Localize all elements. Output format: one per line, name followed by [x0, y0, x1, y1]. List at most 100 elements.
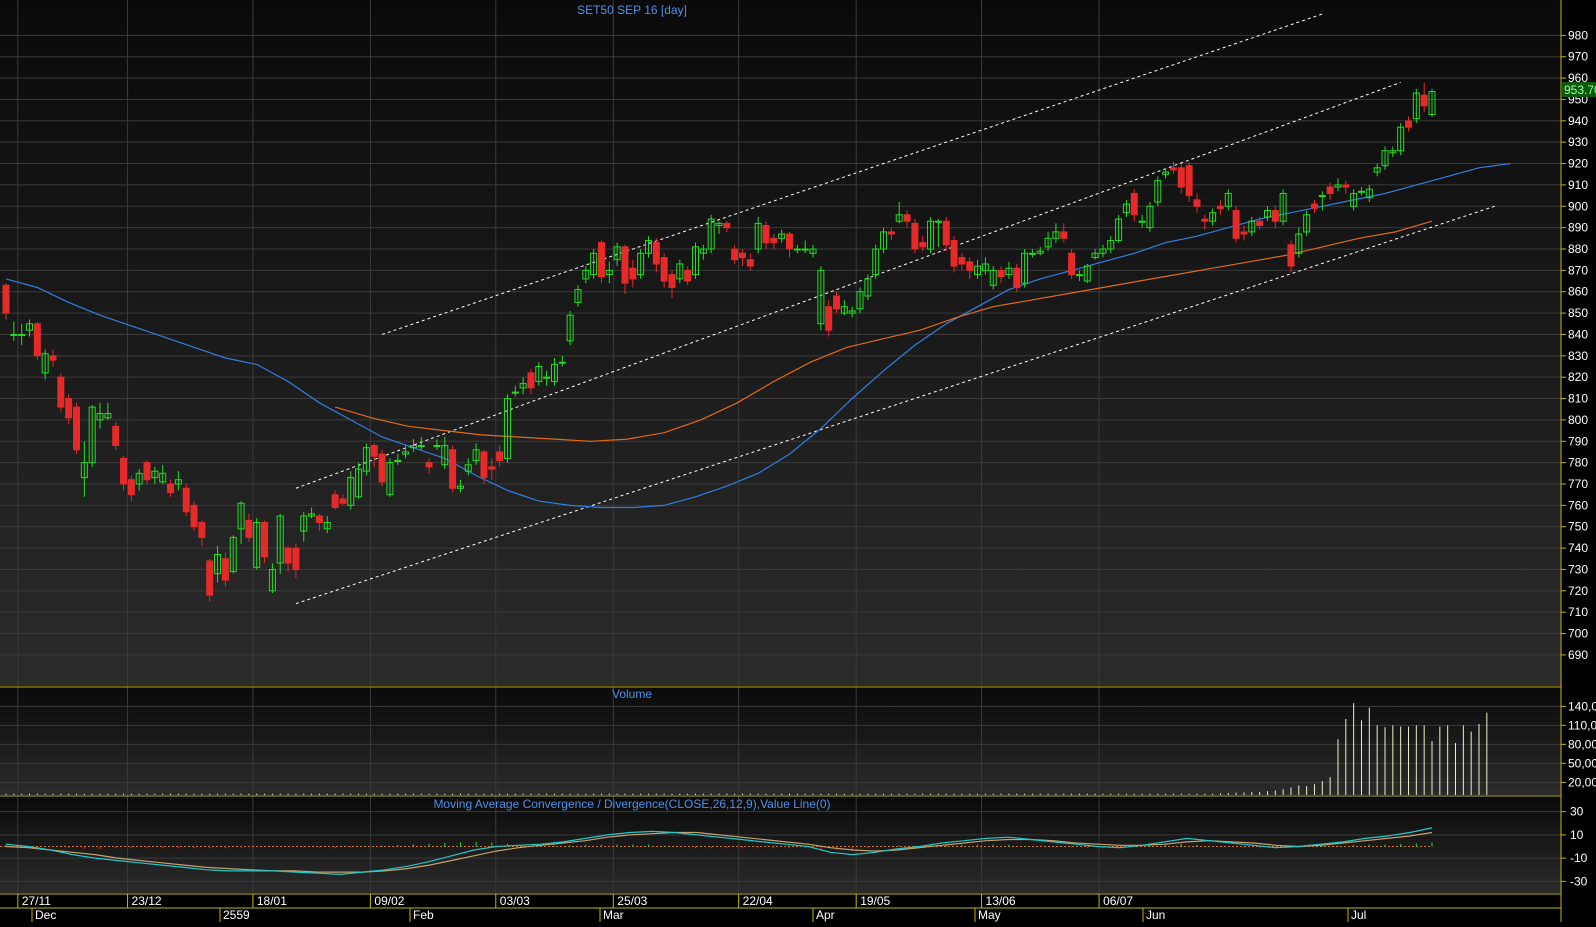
candle [449, 445, 457, 493]
candle-body [221, 558, 229, 581]
candle-body [1240, 231, 1248, 235]
price-tick-label: 910 [1568, 178, 1588, 192]
candle-body [190, 504, 198, 528]
volume-chart-title: Volume [612, 687, 652, 701]
candle-body [1342, 184, 1350, 188]
candle-body [33, 323, 41, 357]
candle-body [911, 222, 919, 250]
candle-body [2, 284, 10, 314]
candle [190, 501, 198, 531]
candle-body [206, 560, 214, 596]
candle-body [739, 252, 747, 259]
volume-tick-label: 50,00 [1568, 756, 1596, 770]
price-tick-label: 850 [1568, 306, 1588, 320]
candle-body [10, 333, 18, 336]
candle [57, 372, 65, 412]
candle-body [1310, 203, 1318, 209]
candle-body [1326, 186, 1334, 194]
candle-body [433, 445, 441, 448]
candle-body [370, 445, 378, 457]
price-tick-label: 920 [1568, 157, 1588, 171]
candle-body [652, 242, 660, 265]
candle [1013, 263, 1021, 292]
time-label-bottom: Mar [603, 908, 624, 922]
last-price-label: 953.70 [1564, 83, 1596, 97]
candle-body [127, 479, 135, 496]
candle-body [887, 231, 895, 235]
candle [206, 558, 214, 602]
candle-body [1357, 190, 1365, 193]
candle-body [394, 460, 402, 462]
candle-body [1013, 267, 1021, 288]
candle-body [378, 453, 386, 483]
candle [1232, 206, 1240, 243]
candle-body [793, 248, 801, 251]
time-label-bottom: Dec [35, 908, 56, 922]
candle-body [934, 220, 942, 223]
price-tick-label: 750 [1568, 520, 1588, 534]
price-tick-label: 810 [1568, 392, 1588, 406]
candle-body [1216, 205, 1224, 209]
time-label-top: 06/07 [1103, 894, 1133, 908]
candle-body [621, 246, 629, 284]
price-tick-label: 800 [1568, 413, 1588, 427]
candle-body [762, 225, 770, 244]
price-tick-label: 900 [1568, 199, 1588, 213]
candle [911, 219, 919, 254]
volume-tick-label: 20,00 [1568, 775, 1596, 789]
candle [1185, 161, 1193, 202]
time-label-bottom: Jun [1146, 908, 1165, 922]
candle [378, 449, 386, 487]
macd-chart-title: Moving Average Convergence / Divergence(… [433, 797, 830, 811]
candle-body [966, 261, 974, 271]
candle-body [770, 237, 778, 244]
candle-body [182, 487, 190, 513]
price-tick-label: 930 [1568, 135, 1588, 149]
price-tick-label: 880 [1568, 242, 1588, 256]
candle-body [629, 267, 637, 280]
candle-body [668, 274, 676, 288]
time-label-bottom: 2559 [223, 908, 250, 922]
volume-panel-bg [0, 688, 1561, 795]
candle-body [597, 242, 605, 278]
price-chart-title: SET50 SEP 16 [day] [577, 3, 687, 17]
candle-body [496, 451, 504, 462]
candle-body [120, 457, 128, 485]
candle-body [1075, 274, 1083, 277]
candle-body [339, 498, 347, 504]
candle-body [112, 425, 120, 447]
candle-body [543, 376, 551, 379]
candle [597, 240, 605, 284]
candle [1068, 249, 1076, 279]
time-label-top: 18/01 [257, 894, 287, 908]
time-label-bottom: Feb [413, 908, 434, 922]
candle-body [480, 451, 488, 479]
stock-chart[interactable]: 690 700 710 720 730 740 750 760 770 780 790 800 810 8… [0, 0, 1596, 922]
price-tick-label: 820 [1568, 370, 1588, 384]
candle-body [950, 239, 958, 267]
candle-body [801, 248, 809, 251]
macd-tick-label: 30 [1570, 805, 1584, 819]
time-label-top: 13/06 [986, 894, 1016, 908]
candle-body [731, 248, 739, 261]
candle-body [315, 515, 323, 523]
candle-body [1138, 220, 1146, 223]
candle-body [18, 333, 26, 336]
candle-body [903, 214, 911, 222]
price-tick-label: 690 [1568, 648, 1588, 662]
candle [112, 422, 120, 450]
candle [261, 520, 269, 564]
candle-body [1201, 218, 1209, 222]
macd-panel-bg [0, 798, 1561, 893]
candle-body [511, 391, 519, 394]
price-tick-label: 980 [1568, 28, 1588, 42]
price-panel-bg [0, 0, 1561, 686]
price-tick-label: 830 [1568, 349, 1588, 363]
candle-body [1193, 199, 1201, 207]
candle-body [488, 466, 496, 470]
price-tick-label: 710 [1568, 605, 1588, 619]
price-tick-label: 740 [1568, 541, 1588, 555]
candle-body [449, 449, 457, 489]
candle [182, 484, 190, 517]
price-tick-label: 780 [1568, 456, 1588, 470]
